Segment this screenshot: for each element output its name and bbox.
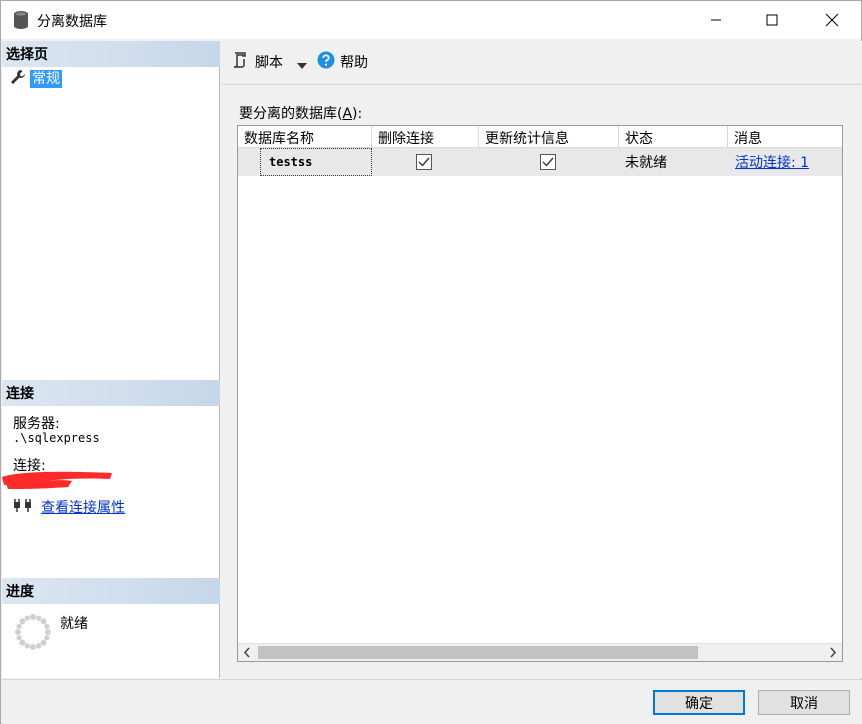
script-label: 脚本 [255,55,283,71]
column-header-message[interactable]: 消息 [728,126,842,148]
connection-header: 连接 [2,380,220,406]
toolbar: 脚本 帮助 [221,41,862,85]
minimize-button[interactable] [693,1,739,39]
main-panel: 要分离的数据库(A): 数据库名称 删除连接 更新统计信息 状态 消息 test… [221,85,862,678]
chevron-down-icon [297,57,307,73]
maximize-button[interactable] [749,1,795,39]
window-title: 分离数据库 [37,14,107,30]
view-connection-link[interactable]: 查看连接属性 [41,497,125,517]
cancel-button[interactable]: 取消 [758,690,850,715]
page-item-label: 常规 [30,70,62,88]
connection-plug-icon [13,497,35,517]
column-header-drop-connections[interactable]: 删除连接 [372,126,479,148]
server-label: 服务器: [13,416,60,432]
scroll-right-icon[interactable] [828,646,838,661]
db-label-suffix: ): [352,106,363,122]
left-panel: 选择页 常规 连接 服务器: .\sqlexpress 连接: 查看连接属性 进… [2,41,220,678]
detach-database-dialog: 分离数据库 选择页 常规 连接 服务器: .\sqlexpress 连接: 查看… [0,0,862,724]
db-label-access-key: A [342,106,353,122]
status-cell: 未就绪 [625,155,667,171]
database-icon [13,10,29,30]
server-value: .\sqlexpress [13,431,100,445]
databases-to-detach-label: 要分离的数据库(A): [239,103,362,123]
script-icon [231,51,249,73]
select-page-header: 选择页 [2,41,220,67]
database-name-cell[interactable]: testss [260,148,372,176]
update-statistics-checkbox[interactable] [540,148,556,176]
progress-header: 进度 [2,578,220,604]
column-header-status[interactable]: 状态 [619,126,728,148]
column-header-update-statistics[interactable]: 更新统计信息 [479,126,619,148]
ok-button[interactable]: 确定 [653,690,745,715]
view-connection-properties[interactable]: 查看连接属性 [13,497,125,517]
help-icon [317,51,335,73]
scroll-left-icon[interactable] [242,646,252,661]
progress-spinner-icon [15,614,51,650]
wrench-icon [10,69,26,89]
redaction-mark [2,471,112,489]
progress-status: 就绪 [60,616,88,632]
grid-header: 数据库名称 删除连接 更新统计信息 状态 消息 [238,126,842,148]
title-bar: 分离数据库 [1,1,861,39]
dialog-footer: 确定 取消 [2,679,862,724]
message-link[interactable]: 活动连接: 1 [735,148,809,176]
help-button[interactable]: 帮助 [317,51,368,73]
table-row[interactable]: testss 未就绪 活动连接: 1 [238,148,842,176]
help-label: 帮助 [340,55,368,71]
scrollbar-thumb[interactable] [258,646,698,659]
drop-connections-checkbox[interactable] [416,148,432,176]
horizontal-scrollbar[interactable] [238,643,842,661]
page-item-general[interactable]: 常规 [10,69,62,89]
databases-grid[interactable]: 数据库名称 删除连接 更新统计信息 状态 消息 testss 未就绪 活动连接:… [237,125,843,662]
column-header-database-name[interactable]: 数据库名称 [238,126,372,148]
close-button[interactable] [809,1,855,39]
script-button[interactable]: 脚本 [231,51,283,73]
db-label-prefix: 要分离的数据库( [239,106,343,122]
script-dropdown-arrow[interactable] [297,57,307,73]
